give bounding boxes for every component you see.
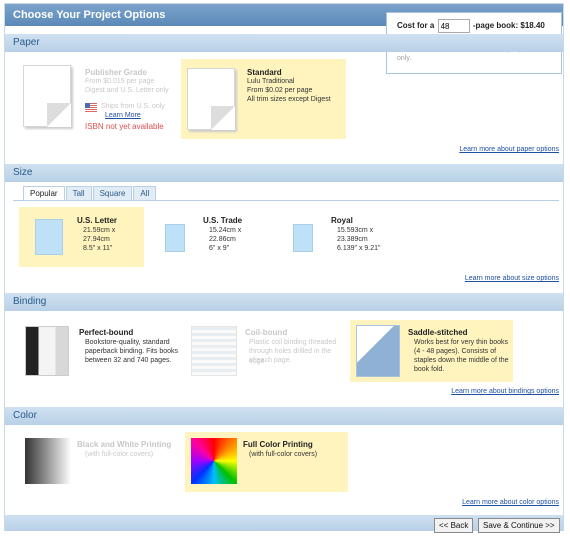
size-option-us-letter[interactable]: U.S. Letter 21.59cm x 27.94cm 8.5" x 11": [19, 207, 144, 267]
isbn-warning: ISBN not yet available: [85, 122, 164, 131]
paper-sheet-icon: [23, 65, 71, 127]
option-name: Publisher Grade: [85, 68, 147, 77]
coil-bound-book-icon: [191, 326, 237, 376]
option-name: Standard: [247, 68, 282, 77]
binding-section-heading: Binding: [5, 293, 563, 311]
paper-section-heading: Paper: [5, 34, 563, 52]
option-desc-line: All trim sizes except Digest: [247, 96, 331, 103]
color-learn-link[interactable]: Learn more about color options: [462, 499, 559, 506]
color-section-heading: Color: [5, 407, 563, 425]
option-name: Royal: [331, 216, 353, 225]
option-name: Black and White Printing: [77, 440, 172, 449]
size-option-us-trade[interactable]: U.S. Trade 15.24cm x 22.86cm 6" x 9": [155, 207, 275, 267]
us-flag-icon: [85, 103, 97, 112]
paper-sheet-icon: [187, 68, 235, 130]
size-tabs: Popular Tall Square All: [23, 186, 157, 201]
size-learn-link[interactable]: Learn more about size options: [465, 275, 559, 282]
option-desc-line: 8.5" x 11": [83, 245, 113, 252]
tab-tall[interactable]: Tall: [65, 186, 92, 201]
learn-more-link[interactable]: Learn More: [105, 111, 141, 121]
save-continue-button[interactable]: Save & Continue >>: [478, 518, 560, 533]
option-name: U.S. Letter: [77, 216, 118, 225]
binding-option-perfect-bound[interactable]: Perfect-bound Bookstore-quality, standar…: [19, 320, 179, 386]
tab-divider: [13, 200, 559, 201]
option-desc-line: 6.139" x 9.21": [337, 245, 381, 252]
option-name: Full Color Printing: [243, 440, 313, 449]
option-name: Saddle-stitched: [408, 328, 468, 337]
saddle-stitched-book-icon: [356, 325, 400, 377]
page-count-input[interactable]: [437, 19, 470, 33]
option-desc-line: book fold.: [414, 366, 445, 373]
cost-prefix: Cost for a: [397, 21, 435, 31]
paper-option-publisher-grade[interactable]: Publisher Grade From $0.015 per page Dig…: [19, 59, 179, 139]
tab-popular[interactable]: Popular: [23, 186, 65, 201]
perfect-bound-book-icon: [25, 326, 69, 376]
cost-suffix: -page book:: [472, 21, 519, 31]
page-size-icon: [165, 224, 185, 252]
paper-learn-link[interactable]: Learn more about paper options: [459, 146, 559, 153]
option-desc-line: between 32 and 740 pages.: [85, 357, 172, 364]
page-size-icon: [35, 219, 63, 255]
binding-option-saddle-stitched[interactable]: Saddle-stitched Works best for very thin…: [350, 320, 513, 382]
binding-option-coil-bound[interactable]: Coil-bound Plastic coil binding threaded…: [185, 320, 345, 386]
option-desc-line: of each page.: [249, 357, 292, 364]
back-button[interactable]: << Back: [434, 518, 474, 533]
option-name: Coil-bound: [245, 328, 288, 337]
cost-line: Cost for a -page book: $18.40: [397, 19, 551, 33]
option-name: U.S. Trade: [203, 216, 243, 225]
option-desc-line: (with full-color covers): [85, 451, 154, 458]
option-name: Perfect-bound: [79, 328, 134, 337]
grayscale-swatch-icon: [25, 438, 71, 484]
tab-all[interactable]: All: [133, 186, 157, 201]
option-desc-line: Digest and U.S. Letter only: [85, 87, 169, 94]
color-option-black-and-white[interactable]: Black and White Printing (with full-colo…: [19, 432, 181, 492]
size-option-royal[interactable]: Royal 15.593cm x 23.389cm 6.139" x 9.21": [285, 207, 415, 267]
page-size-icon: [293, 224, 313, 252]
cost-price: $18.40: [520, 21, 545, 31]
option-desc-line: (with full-color covers): [249, 451, 318, 458]
tab-square[interactable]: Square: [92, 186, 133, 201]
color-wheel-icon: [191, 438, 237, 484]
color-option-full-color[interactable]: Full Color Printing (with full-color cov…: [185, 432, 348, 492]
option-desc-line: 6" x 9": [209, 245, 230, 252]
binding-learn-link[interactable]: Learn more about bindings options: [451, 388, 559, 395]
project-options-panel: Choose Your Project Options Cost for a -…: [4, 3, 564, 533]
paper-option-standard[interactable]: Standard Lulu Traditional From $0.02 per…: [181, 59, 346, 139]
size-section-heading: Size: [5, 164, 563, 182]
